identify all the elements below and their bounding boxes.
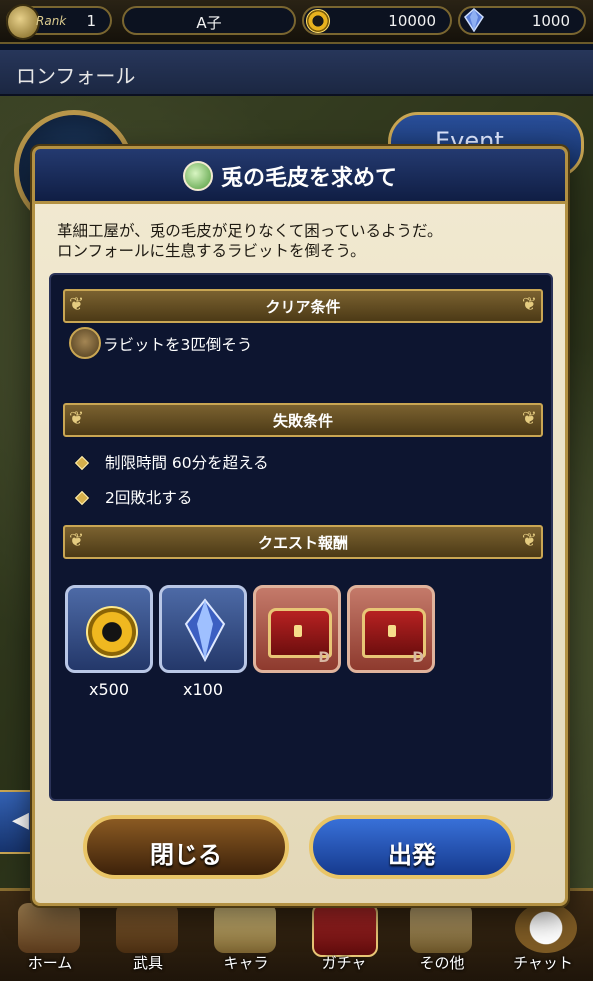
fail-condition: 2回敗北する bbox=[105, 489, 193, 507]
bullet-icon bbox=[74, 455, 90, 471]
chest-rank: D bbox=[318, 650, 330, 666]
nav-equipment[interactable]: 武具 bbox=[98, 899, 198, 977]
reward-item[interactable]: x500 bbox=[65, 585, 153, 699]
ornament-icon: ❦ bbox=[521, 294, 537, 315]
reward-qty: x100 bbox=[182, 680, 223, 699]
ornament-icon: ❦ bbox=[521, 530, 537, 551]
rank-display: Rank 1 bbox=[6, 4, 112, 40]
nav-label: ガチャ bbox=[321, 954, 367, 972]
chest-rank: D bbox=[412, 650, 424, 666]
quest-details-panel: ❦ クリア条件 ❦ ラビットを3匹倒そう ❦ 失敗条件 ❦ 制限時間 60分を超… bbox=[49, 273, 553, 801]
section-title: 失敗条件 bbox=[272, 412, 333, 430]
depart-button-label: 出発 bbox=[388, 841, 436, 869]
reward-header: ❦ クエスト報酬 ❦ bbox=[63, 525, 543, 559]
equipment-icon bbox=[116, 903, 178, 953]
nav-label: その他 bbox=[419, 954, 465, 972]
location-bar: ロンフォール bbox=[0, 50, 593, 96]
location-name: ロンフォール bbox=[16, 64, 136, 88]
reward-qty: x500 bbox=[88, 680, 129, 699]
nav-gacha[interactable]: ガチャ bbox=[294, 899, 394, 977]
depart-button[interactable]: 出発 bbox=[309, 815, 515, 879]
crystal-icon bbox=[464, 8, 484, 32]
ornament-icon: ❦ bbox=[521, 408, 537, 429]
player-name: A子 bbox=[196, 14, 222, 32]
reward-item[interactable]: D bbox=[253, 585, 341, 673]
gacha-icon bbox=[312, 903, 378, 957]
quest-title: 兎の毛皮を求めて bbox=[221, 166, 398, 191]
gold-display: 10000 bbox=[302, 6, 452, 35]
rank-icon bbox=[6, 4, 40, 40]
fail-condition: 制限時間 60分を超える bbox=[105, 454, 269, 472]
home-icon bbox=[18, 903, 80, 953]
player-name-display: A子 bbox=[122, 6, 296, 35]
gold-coin-icon bbox=[306, 9, 330, 33]
other-icon bbox=[410, 903, 472, 953]
nav-character[interactable]: キャラ bbox=[196, 899, 296, 977]
description-line: ロンフォールに生息するラビットを倒そう。 bbox=[57, 242, 366, 260]
character-icon bbox=[214, 903, 276, 953]
description-line: 革細工屋が、兎の毛皮が足りなくて困っているようだ。 bbox=[57, 222, 443, 240]
gold-coin-icon bbox=[86, 606, 138, 658]
nav-other[interactable]: その他 bbox=[392, 899, 492, 977]
nav-label: キャラ bbox=[223, 954, 269, 972]
section-title: クリア条件 bbox=[265, 298, 341, 316]
rank-value: 1 bbox=[86, 12, 96, 30]
chevron-left-icon: ◀ bbox=[12, 808, 29, 833]
reward-item[interactable]: D bbox=[347, 585, 435, 673]
rabbit-icon bbox=[69, 327, 101, 359]
chat-icon bbox=[515, 903, 577, 953]
nav-home[interactable]: ホーム bbox=[0, 899, 100, 977]
fail-condition-header: ❦ 失敗条件 ❦ bbox=[63, 403, 543, 437]
gold-amount: 10000 bbox=[388, 12, 436, 30]
dialog-header: 兎の毛皮を求めて bbox=[35, 149, 565, 204]
clear-condition-header: ❦ クリア条件 ❦ bbox=[63, 289, 543, 323]
nav-label: 武具 bbox=[132, 954, 163, 972]
section-title: クエスト報酬 bbox=[257, 534, 348, 552]
close-button-label: 閉じる bbox=[150, 841, 222, 869]
quest-icon bbox=[183, 161, 213, 191]
quest-description: 革細工屋が、兎の毛皮が足りなくて困っているようだ。 ロンフォールに生息するラビッ… bbox=[57, 221, 547, 261]
nav-label: ホーム bbox=[27, 954, 73, 972]
status-bar: Rank 1 A子 10000 1000 bbox=[0, 0, 593, 44]
crystal-icon bbox=[184, 598, 226, 662]
quest-dialog: 兎の毛皮を求めて 革細工屋が、兎の毛皮が足りなくて困っているようだ。 ロンフォー… bbox=[32, 146, 568, 906]
nav-label: チャット bbox=[513, 954, 573, 972]
close-button[interactable]: 閉じる bbox=[83, 815, 289, 879]
reward-item[interactable]: x100 bbox=[159, 585, 247, 699]
nav-chat[interactable]: チャット bbox=[493, 899, 593, 977]
clear-condition: ラビットを3匹倒そう bbox=[103, 336, 253, 354]
rank-label: Rank bbox=[36, 14, 67, 28]
gem-display: 1000 bbox=[458, 6, 586, 35]
gem-amount: 1000 bbox=[531, 12, 570, 30]
bullet-icon bbox=[74, 490, 90, 506]
